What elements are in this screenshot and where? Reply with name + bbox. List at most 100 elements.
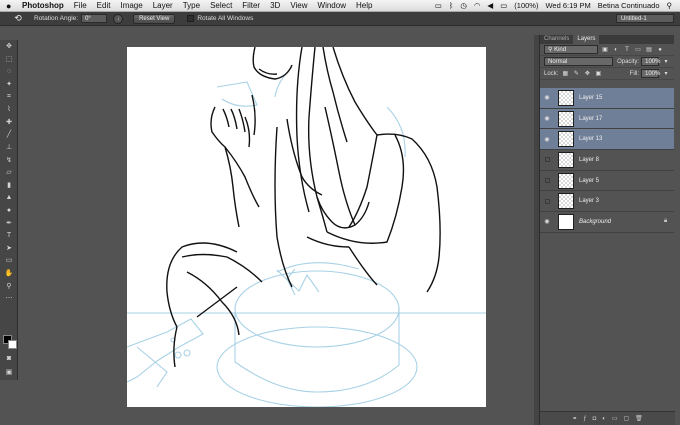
rotate-all-checkbox[interactable]	[187, 15, 195, 22]
rotate-view-tool-icon[interactable]: ⟲	[10, 13, 26, 24]
clock[interactable]: Wed 6:19 PM	[545, 1, 590, 10]
menu-filter[interactable]: Filter	[242, 1, 260, 10]
healing-tool-icon[interactable]: ✚	[0, 116, 18, 129]
magic-wand-tool-icon[interactable]: ✦	[0, 78, 18, 91]
layer-row-3[interactable]: Layer 3	[540, 191, 674, 213]
visibility-eye-icon[interactable]: ◉	[540, 115, 554, 122]
hand-tool-icon[interactable]: ✋	[0, 267, 18, 280]
layer-row-13[interactable]: ◉ Layer 13	[540, 129, 674, 151]
lock-all-icon[interactable]: ▣	[594, 70, 602, 78]
lock-transparent-icon[interactable]: ▦	[561, 70, 569, 78]
menu-app-name[interactable]: Photoshop	[22, 1, 64, 10]
volume-icon[interactable]: ◀	[487, 1, 493, 10]
layer-name: Layer 3	[579, 198, 600, 205]
history-brush-tool-icon[interactable]: ↯	[0, 153, 18, 166]
wifi-icon[interactable]: ◠	[474, 1, 481, 10]
lock-pixels-icon[interactable]: ✎	[572, 70, 580, 78]
new-group-icon[interactable]: ▭	[612, 415, 618, 422]
rotation-knob[interactable]: ↓	[113, 13, 124, 24]
lock-row: Lock: ▦ ✎ ✥ ▣ Fill: 100% ▾	[540, 68, 674, 80]
menu-edit[interactable]: Edit	[97, 1, 111, 10]
link-layers-icon[interactable]: ⚭	[572, 415, 577, 422]
layer-row-15[interactable]: ◉ Layer 15	[540, 88, 674, 109]
menu-type[interactable]: Type	[183, 1, 200, 10]
screen-mode-icon[interactable]: ▣	[0, 366, 18, 379]
delete-layer-icon[interactable]: 🗑︎	[635, 415, 643, 422]
menu-3d[interactable]: 3D	[270, 1, 280, 10]
apple-icon[interactable]: ●	[6, 1, 16, 11]
more-tools-icon[interactable]: ⋯	[0, 292, 18, 305]
tab-layers[interactable]: Layers	[573, 35, 600, 44]
layer-style-icon[interactable]: ƒ	[583, 416, 586, 422]
filter-smart-object-icon[interactable]: ▤	[645, 46, 653, 54]
layer-thumbnail	[558, 110, 574, 127]
visibility-eye-icon[interactable]: ◉	[540, 136, 554, 143]
filter-row: ⚲ Kind ▣ ◐ T ▭ ▤ ●	[540, 44, 674, 56]
quick-mask-icon[interactable]: ◙	[0, 352, 18, 365]
screen-icon[interactable]: ▭	[435, 1, 442, 10]
bluetooth-icon[interactable]: ᛒ	[449, 1, 454, 10]
timemachine-icon[interactable]: ◷	[460, 1, 467, 10]
brush-tool-icon[interactable]: ╱	[0, 128, 18, 141]
crop-tool-icon[interactable]: ⌗	[0, 90, 18, 103]
layers-list: ◉ Layer 15 ◉ Layer 17 ◉ Layer 13 Layer 8…	[540, 88, 674, 233]
fill-input[interactable]: 100%	[641, 69, 660, 78]
menu-layer[interactable]: Layer	[153, 1, 173, 10]
layer-row-5[interactable]: Layer 5	[540, 171, 674, 192]
battery-icon[interactable]: ▭	[500, 1, 507, 10]
menu-select[interactable]: Select	[210, 1, 232, 10]
layer-row-8[interactable]: Layer 8	[540, 150, 674, 171]
stamp-tool-icon[interactable]: ⊥	[0, 141, 18, 154]
filter-toggle-icon[interactable]: ●	[656, 46, 664, 54]
add-mask-icon[interactable]: ◘	[593, 416, 597, 422]
move-tool-icon[interactable]: ✥	[0, 40, 18, 53]
reset-view-button[interactable]: Reset View	[133, 13, 176, 24]
visibility-eye-icon[interactable]: ◉	[540, 218, 554, 225]
opacity-input[interactable]: 100%	[641, 57, 660, 66]
new-layer-icon[interactable]: ▢	[624, 415, 630, 422]
search-icon[interactable]: ⚲	[667, 1, 673, 10]
visibility-toggle-off[interactable]	[545, 198, 550, 204]
background-color-swatch[interactable]	[8, 340, 17, 349]
dodge-tool-icon[interactable]: ●	[0, 204, 18, 217]
menu-view[interactable]: View	[290, 1, 307, 10]
zoom-tool-icon[interactable]: ⚲	[0, 279, 18, 292]
fill-dropdown-icon[interactable]: ▾	[662, 70, 670, 78]
opacity-dropdown-icon[interactable]: ▾	[662, 58, 670, 66]
pen-tool-icon[interactable]: ✒	[0, 216, 18, 229]
document-selector[interactable]: Untitled-1	[616, 14, 674, 23]
visibility-toggle-off[interactable]	[545, 178, 550, 184]
gradient-tool-icon[interactable]: ▮	[0, 179, 18, 192]
filter-adjustment-icon[interactable]: ◐	[612, 46, 620, 54]
fill-label: Fill:	[629, 70, 639, 77]
visibility-eye-icon[interactable]: ◉	[540, 94, 554, 101]
menu-help[interactable]: Help	[356, 1, 372, 10]
layer-row-17[interactable]: ◉ Layer 17	[540, 108, 674, 130]
user-name[interactable]: Betina Continuado	[598, 1, 660, 10]
lasso-tool-icon[interactable]: ◌	[0, 65, 18, 78]
menu-window[interactable]: Window	[318, 1, 346, 10]
marquee-tool-icon[interactable]: ⬚	[0, 53, 18, 66]
filter-pixel-icon[interactable]: ▣	[601, 46, 609, 54]
blend-mode-select[interactable]: Normal	[544, 57, 614, 66]
shape-tool-icon[interactable]: ▭	[0, 254, 18, 267]
type-tool-icon[interactable]: T	[0, 229, 18, 242]
kind-filter-select[interactable]: ⚲ Kind	[544, 45, 598, 54]
menu-file[interactable]: File	[74, 1, 87, 10]
eyedropper-tool-icon[interactable]: ⌇	[0, 103, 18, 116]
visibility-toggle-off[interactable]	[545, 157, 550, 163]
rotation-angle-input[interactable]: 0°	[81, 14, 108, 23]
adjustment-layer-icon[interactable]: ◐	[602, 416, 606, 422]
filter-shape-icon[interactable]: ▭	[634, 46, 642, 54]
options-bar: ⟲ Rotation Angle: 0° ↓ Reset View Rotate…	[0, 12, 680, 26]
filter-type-icon[interactable]: T	[623, 46, 631, 54]
eraser-tool-icon[interactable]: ▱	[0, 166, 18, 179]
tab-channels[interactable]: Channels	[540, 35, 573, 44]
layer-row-background[interactable]: ◉ Background 🔒︎	[540, 212, 674, 233]
lock-position-icon[interactable]: ✥	[583, 70, 591, 78]
document-canvas[interactable]	[127, 47, 486, 407]
menu-image[interactable]: Image	[120, 1, 142, 10]
path-selection-tool-icon[interactable]: ➤	[0, 242, 18, 255]
sketch-artwork	[127, 47, 486, 407]
blur-tool-icon[interactable]: ▲	[0, 191, 18, 204]
